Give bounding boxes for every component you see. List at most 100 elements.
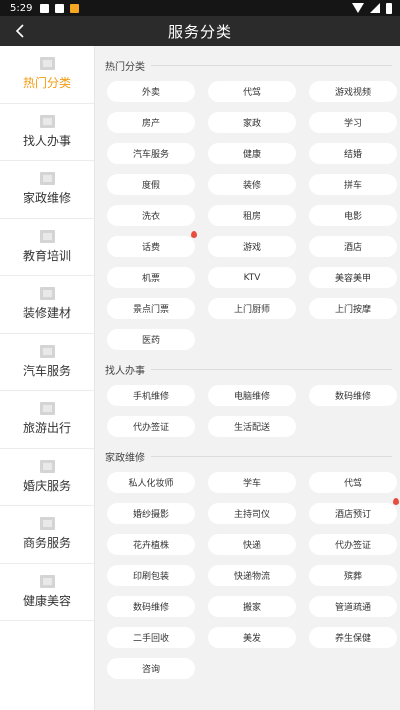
sidebar-item-errands[interactable]: 找人办事 (0, 104, 94, 161)
service-chip[interactable]: 上门按摩 (309, 298, 397, 319)
service-chip[interactable]: 医药 (107, 329, 195, 350)
service-chip[interactable]: 健康 (208, 143, 296, 164)
service-chip[interactable]: 学车 (208, 472, 296, 493)
service-chip[interactable]: 汽车服务 (107, 143, 195, 164)
service-chip[interactable]: 度假 (107, 174, 195, 195)
service-grid: 私人化妆师 学车 代驾婚纱摄影 主持司仪 酒店预订花卉植株 快递 代办签证印刷包装 快递物流 殡… (101, 472, 399, 679)
service-chip-label: 拼车 (343, 181, 362, 191)
sidebar-item-wedding[interactable]: 婚庆服务 (0, 449, 94, 506)
sidebar-item-label: 健康美容 (22, 593, 71, 608)
back-button[interactable] (10, 20, 32, 42)
sidebar-item-beauty[interactable]: 健康美容 (0, 564, 94, 621)
signal-icon (370, 3, 380, 13)
service-chip-label: 学习 (343, 119, 362, 129)
service-chip-label: 婚纱摄影 (132, 510, 169, 520)
service-chip-label: 生活配送 (233, 423, 270, 433)
service-chip-label: 结婚 (343, 150, 362, 160)
service-chip[interactable]: 租房 (208, 205, 296, 226)
service-chip[interactable]: 代驾 (309, 472, 397, 493)
service-chip-label: 电影 (343, 212, 362, 222)
image-placeholder-icon (39, 57, 55, 71)
sidebar-item-hot[interactable]: 热门分类 (0, 46, 94, 104)
service-chip[interactable]: 美发 (208, 627, 296, 648)
service-chip-label: 游戏视频 (334, 88, 371, 98)
service-chip-label: 代驾 (242, 88, 261, 98)
section-hot: 热门分类 外卖 代驾 游戏视频房产 家政 学习汽车服务 健康 结婚度假 装修 拼车洗衣 租房 电影话… (101, 46, 397, 350)
sidebar-item-auto[interactable]: 汽车服务 (0, 334, 94, 391)
service-chip[interactable]: 游戏视频 (309, 81, 397, 102)
section-header: 热门分类 (105, 58, 392, 73)
service-chip[interactable]: 家政 (208, 112, 296, 133)
service-chip[interactable]: 景点门票 (107, 298, 195, 319)
category-sidebar: 热门分类 找人办事 家政维修 教育培训 装修建材 汽车服务 旅游出行 婚庆服务 (0, 46, 95, 710)
sidebar-item-housekeeping[interactable]: 家政维修 (0, 161, 94, 219)
service-chip[interactable]: 搬家 (208, 596, 296, 617)
section-divider (151, 369, 392, 370)
service-chip[interactable]: 结婚 (309, 143, 397, 164)
service-chip-label: 上门厨师 (233, 305, 270, 315)
service-chip-label: 花卉植株 (132, 541, 169, 551)
service-chip[interactable]: 数码维修 (309, 385, 397, 406)
service-chip[interactable]: 数码维修 (107, 596, 195, 617)
sidebar-item-label: 找人办事 (22, 133, 71, 148)
service-content: 热门分类 外卖 代驾 游戏视频 房产 家政 学习 汽车服务 健康 结婚 度假 装修 拼车 洗衣 租房 电影话… (95, 46, 400, 710)
service-chip[interactable]: KTV (208, 267, 296, 288)
service-chip[interactable]: 电脑维修 (208, 385, 296, 406)
service-chip-label: 快递 (242, 541, 261, 551)
service-chip[interactable]: 生活配送 (208, 416, 296, 437)
hot-flame-icon (393, 498, 399, 505)
sidebar-item-renovation[interactable]: 装修建材 (0, 276, 94, 334)
service-chip[interactable]: 洗衣 (107, 205, 195, 226)
sidebar-item-label: 家政维修 (22, 191, 71, 206)
service-chip[interactable]: 咨询 (107, 658, 195, 679)
service-chip[interactable]: 酒店 (309, 236, 397, 257)
service-chip-label: 快递物流 (233, 572, 270, 582)
service-chip-label: 医药 (141, 336, 160, 346)
service-chip[interactable]: 酒店预订 (309, 498, 399, 524)
service-chip[interactable]: 二手回收 (107, 627, 195, 648)
service-chip-label: 健康 (242, 150, 261, 160)
service-chip[interactable]: 快递物流 (208, 565, 296, 586)
service-chip-label: 电脑维修 (233, 392, 270, 402)
service-chip[interactable]: 印刷包装 (107, 565, 195, 586)
service-chip[interactable]: 拼车 (309, 174, 397, 195)
service-chip[interactable]: 代办签证 (107, 416, 195, 437)
service-chip-label: 游戏 (242, 243, 261, 253)
page-title: 服务分类 (167, 22, 232, 41)
service-chip[interactable]: 上门厨师 (208, 298, 296, 319)
section-errands: 找人办事 手机维修 电脑维修 数码维修代办签证 生活配送 (101, 350, 397, 437)
service-chip[interactable]: 机票 (107, 267, 195, 288)
service-chip[interactable]: 管道疏通 (309, 596, 397, 617)
service-chip[interactable]: 游戏 (208, 236, 296, 257)
section-housekeeping: 家政维修 私人化妆师 学车 代驾 婚纱摄影 主持司仪 酒店预订 花卉植株 快递 代办签证 印刷包装… (101, 437, 399, 679)
service-chip-label: 数码维修 (132, 603, 169, 613)
sidebar-item-travel[interactable]: 旅游出行 (0, 391, 94, 449)
sidebar-item-education[interactable]: 教育培训 (0, 219, 94, 276)
service-chip[interactable]: 养生保健 (309, 627, 397, 648)
section-header: 找人办事 (105, 362, 392, 377)
hot-flame-icon (191, 231, 197, 238)
service-chip[interactable]: 房产 (107, 112, 195, 133)
service-chip[interactable]: 快递 (208, 534, 296, 555)
service-chip[interactable]: 私人化妆师 (107, 472, 195, 493)
service-chip[interactable]: 殡葬 (309, 565, 397, 586)
app-notification-icon (70, 3, 80, 13)
service-chip[interactable]: 美容美甲 (309, 267, 397, 288)
sidebar-item-business[interactable]: 商务服务 (0, 506, 94, 564)
sidebar-item-label: 婚庆服务 (22, 478, 71, 493)
service-chip[interactable]: 外卖 (107, 81, 195, 102)
section-divider (151, 65, 392, 66)
service-chip[interactable]: 花卉植株 (107, 534, 195, 555)
service-chip[interactable]: 代驾 (208, 81, 296, 102)
service-chip-label: 学车 (242, 479, 261, 489)
service-chip[interactable]: 装修 (208, 174, 296, 195)
battery-icon (386, 2, 392, 14)
service-chip[interactable]: 代办签证 (309, 534, 397, 555)
service-chip[interactable]: 学习 (309, 112, 397, 133)
service-chip[interactable]: 电影 (309, 205, 397, 226)
service-chip[interactable]: 主持司仪 (208, 503, 296, 524)
sidebar-item-label: 商务服务 (22, 536, 71, 551)
service-chip[interactable]: 话费 (107, 231, 197, 257)
service-chip[interactable]: 婚纱摄影 (107, 503, 195, 524)
service-chip[interactable]: 手机维修 (107, 385, 195, 406)
